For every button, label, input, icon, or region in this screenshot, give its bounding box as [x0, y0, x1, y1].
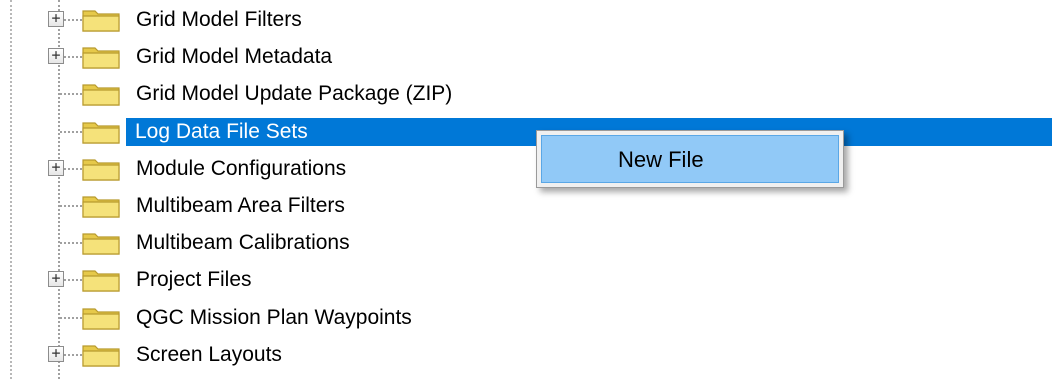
tree-item-log-data-file-sets[interactable]: Log Data File Sets — [0, 114, 1052, 150]
tree-item-screen-layouts[interactable]: + Screen Layouts — [0, 337, 1052, 373]
expand-plus-icon[interactable]: + — [48, 48, 64, 65]
folder-icon — [82, 233, 120, 255]
tree-branch-line — [60, 93, 82, 96]
folder-icon — [82, 84, 120, 106]
menu-item-new-file[interactable]: New File — [541, 135, 839, 183]
tree-branch-line — [60, 205, 82, 207]
tree-item-grid-model-metadata[interactable]: + Grid Model Metadata — [0, 39, 1052, 75]
expand-plus-icon[interactable]: + — [48, 11, 64, 27]
folder-icon — [82, 121, 120, 144]
folder-icon — [82, 307, 120, 330]
folder-icon — [82, 159, 120, 181]
expand-plus-icon[interactable]: + — [48, 271, 64, 288]
tree-item-label: Multibeam Area Filters — [136, 194, 345, 217]
expand-plus-icon[interactable]: + — [48, 159, 64, 176]
tree-item-label: Grid Model Filters — [136, 8, 302, 31]
tree-branch-line — [60, 242, 82, 245]
tree-item-qgc-mission-plan-waypoints[interactable]: QGC Mission Plan Waypoints — [0, 300, 1052, 336]
tree-item-grid-model-update-package-zip[interactable]: Grid Model Update Package (ZIP) — [0, 76, 1052, 112]
tree-item-label: Screen Layouts — [136, 342, 282, 366]
tree-item-multibeam-area-filters[interactable]: Multibeam Area Filters — [0, 188, 1052, 224]
folder-icon — [82, 345, 120, 367]
folder-icon — [82, 10, 120, 32]
folder-icon — [82, 196, 120, 218]
folder-tree: + Grid Model Filters + Grid Model Metada… — [0, 0, 1052, 379]
tree-branch-line — [60, 130, 82, 133]
tree-item-multibeam-calibrations[interactable]: Multibeam Calibrations — [0, 225, 1052, 261]
tree-item-label: QGC Mission Plan Waypoints — [136, 305, 412, 329]
tree-item-label: Grid Model Update Package (ZIP) — [136, 82, 453, 106]
context-menu: New File — [536, 130, 844, 188]
expand-plus-icon[interactable]: + — [48, 345, 64, 362]
tree-item-label: Grid Model Metadata — [136, 45, 333, 69]
tree-branch-line — [60, 316, 82, 319]
tree-item-label: Module Configurations — [136, 156, 347, 180]
tree-item-module-configurations[interactable]: + Module Configurations — [0, 151, 1052, 187]
tree-item-project-files[interactable]: + Project Files — [0, 262, 1052, 298]
menu-item-label: New File — [618, 147, 704, 172]
folder-icon — [82, 47, 120, 69]
tree-item-label: Multibeam Calibrations — [136, 231, 350, 255]
tree-item-grid-model-filters[interactable]: + Grid Model Filters — [0, 2, 1052, 38]
folder-icon — [82, 270, 120, 292]
tree-item-label: Project Files — [136, 268, 252, 292]
